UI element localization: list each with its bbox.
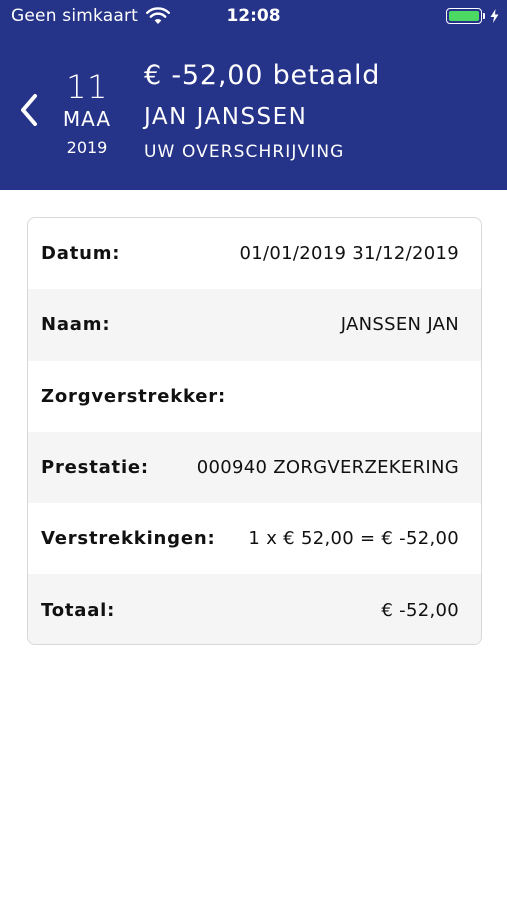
battery-cap — [483, 13, 485, 19]
chevron-left-icon — [21, 94, 37, 126]
transaction-summary: € -52,00 betaald JAN JANSSEN UW OVERSCHR… — [144, 59, 497, 163]
date-month: MAA — [62, 107, 112, 131]
detail-label: Prestatie: — [41, 457, 149, 479]
details-card: Datum: 01/01/2019 31/12/2019 Naam: JANSS… — [27, 217, 482, 645]
battery-level — [449, 11, 479, 21]
battery-indicator — [446, 8, 499, 24]
transaction-header: Geen simkaart 12:08 11 MAA 2019 € -52,00… — [0, 0, 507, 190]
detail-label: Datum: — [41, 243, 121, 265]
detail-label: Totaal: — [41, 599, 116, 621]
detail-value: 01/01/2019 31/12/2019 — [239, 243, 459, 265]
back-button[interactable] — [12, 88, 46, 132]
detail-row-naam: Naam: JANSSEN JAN — [28, 289, 481, 361]
detail-value: 000940 ZORGVERZEKERING — [196, 457, 459, 479]
detail-row-datum: Datum: 01/01/2019 31/12/2019 — [28, 218, 481, 289]
battery-icon — [446, 8, 482, 24]
transaction-type: UW OVERSCHRIJVING — [144, 142, 345, 162]
date-day: 11 — [66, 68, 108, 106]
charging-bolt-icon — [490, 9, 499, 23]
detail-value: 1 x € 52,00 = € -52,00 — [248, 528, 459, 550]
status-bar: Geen simkaart 12:08 — [0, 0, 507, 34]
transaction-date: 11 MAA 2019 — [60, 70, 114, 158]
date-year: 2019 — [66, 138, 108, 157]
detail-label: Verstrekkingen: — [41, 528, 216, 550]
detail-row-prestatie: Prestatie: 000940 ZORGVERZEKERING — [28, 431, 481, 504]
detail-value: € -52,00 — [381, 599, 459, 621]
detail-value: JANSSEN JAN — [340, 314, 459, 336]
detail-label: Zorgverstrekker: — [41, 385, 226, 407]
detail-label: Naam: — [41, 314, 111, 336]
transaction-amount: € -52,00 betaald — [144, 60, 381, 91]
detail-row-zorgverstrekker: Zorgverstrekker: — [28, 361, 481, 432]
status-time: 12:08 — [226, 6, 281, 26]
counterparty-name: JAN JANSSEN — [144, 104, 308, 130]
detail-row-verstrekkingen: Verstrekkingen: 1 x € 52,00 = € -52,00 — [28, 503, 481, 574]
detail-row-totaal: Totaal: € -52,00 — [28, 574, 481, 644]
